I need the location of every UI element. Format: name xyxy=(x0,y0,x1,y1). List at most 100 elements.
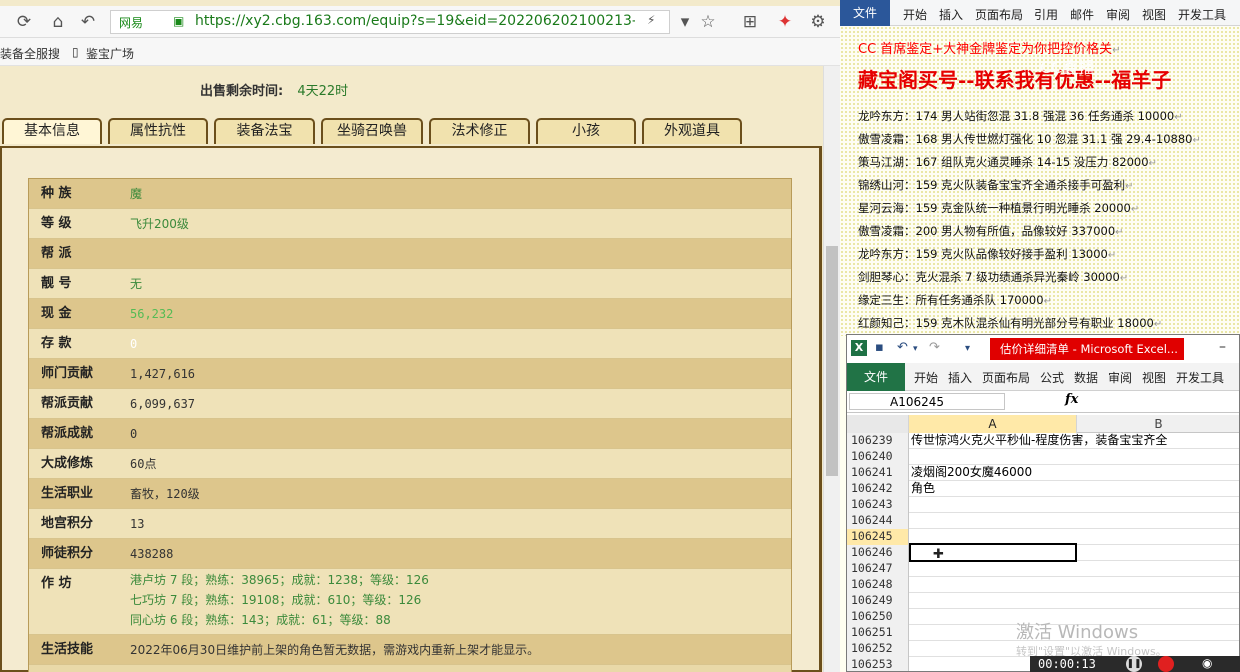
function-icon[interactable]: fx xyxy=(1065,392,1078,407)
url-text[interactable]: https://xy2.cbg.163.com/equip?s=19&eid=2… xyxy=(195,13,635,29)
star-icon[interactable]: ☆ xyxy=(698,12,718,32)
word-tab-insert[interactable]: 插入 xyxy=(939,6,963,23)
row-value: 0 xyxy=(130,337,138,351)
excel-tab-layout[interactable]: 页面布局 xyxy=(982,369,1030,386)
row-header[interactable]: 106253 xyxy=(847,657,909,671)
tab-equipment[interactable]: 装备法宝 xyxy=(214,118,315,144)
select-all-corner[interactable] xyxy=(847,415,909,433)
paragraph-mark: ↵ xyxy=(1112,45,1121,56)
minimize-icon[interactable]: – xyxy=(1219,339,1226,355)
row-header[interactable]: 106250 xyxy=(847,609,909,625)
name-box[interactable]: A106245 xyxy=(849,393,1005,410)
table-row: 师门贡献 1,427,616 xyxy=(29,359,791,389)
site-badge: 网易 xyxy=(119,16,144,30)
workshop-line: 港卢坊 7 段；熟练：38965；成就：1238；等级：126 xyxy=(130,573,429,587)
lightning-icon[interactable]: ⚡ xyxy=(647,13,655,27)
column-headers: A B xyxy=(847,415,1239,433)
undo-close-icon[interactable]: ↶ xyxy=(78,12,98,32)
word-tab-view[interactable]: 视图 xyxy=(1142,6,1166,23)
excel-tab-formulas[interactable]: 公式 xyxy=(1040,369,1064,386)
row-header[interactable]: 106249 xyxy=(847,593,909,609)
workshop-row: 作 坊 港卢坊 7 段；熟练：38965；成就：1238；等级：126 七巧坊 … xyxy=(29,569,791,635)
row-header[interactable]: 106240 xyxy=(847,449,909,465)
word-file-tab[interactable]: 文件 xyxy=(840,0,890,26)
table-row: 106240 xyxy=(847,449,1239,465)
word-tab-mailings[interactable]: 邮件 xyxy=(1070,6,1094,23)
save-icon[interactable]: ▪ xyxy=(875,340,884,355)
camera-icon[interactable]: ◉ xyxy=(1202,656,1212,670)
word-tab-references[interactable]: 引用 xyxy=(1034,6,1058,23)
bookmark-search[interactable]: 装备全服搜 xyxy=(0,45,60,62)
row-header[interactable]: 106246 xyxy=(847,545,909,561)
scrollbar-thumb[interactable] xyxy=(826,246,838,476)
excel-tab-home[interactable]: 开始 xyxy=(914,369,938,386)
cell-cursor-icon: ✚ xyxy=(933,547,944,562)
cell-a[interactable]: 传世惊鸿火克火平秒仙-程度伤害，装备宝宝齐全 xyxy=(911,433,1167,448)
tools-icon[interactable]: ⚙ xyxy=(808,12,828,32)
excel-tab-insert[interactable]: 插入 xyxy=(948,369,972,386)
table-row: 存 款 0 xyxy=(29,329,791,359)
excel-tab-review[interactable]: 审阅 xyxy=(1108,369,1132,386)
row-header-selected[interactable]: 106245 xyxy=(847,529,909,545)
doc-line-text: 傲雪凌霜：168 男人传世燃灯强化 10 忽混 31.1 强 29.4-1088… xyxy=(858,132,1193,146)
refresh-icon[interactable]: ⟳ xyxy=(14,12,34,32)
pause-icon[interactable]: ❚❚ xyxy=(1126,656,1142,672)
row-header[interactable]: 106239 xyxy=(847,433,909,449)
row-header[interactable]: 106248 xyxy=(847,577,909,593)
activate-windows-title: 激活 Windows xyxy=(1016,622,1139,643)
paragraph-mark: ↵ xyxy=(1107,250,1117,261)
excel-tab-data[interactable]: 数据 xyxy=(1074,369,1098,386)
row-value: 60点 xyxy=(130,457,157,471)
recorder-bar: 00:00:13 ❚❚ ◉ xyxy=(1030,656,1240,672)
row-header[interactable]: 106242 xyxy=(847,481,909,497)
undo-icon[interactable]: ↶ xyxy=(897,340,908,355)
row-label: 生活职业 xyxy=(41,486,94,501)
word-tab-review[interactable]: 审阅 xyxy=(1106,6,1130,23)
word-tab-layout[interactable]: 页面布局 xyxy=(975,6,1023,23)
sale-time-label: 出售剩余时间: xyxy=(200,84,284,99)
bookmark-appraisal[interactable]: 鉴宝广场 xyxy=(86,45,134,62)
table-row: 106239 传世惊鸿火克火平秒仙-程度伤害，装备宝宝齐全 xyxy=(847,433,1239,449)
tab-spell-mods[interactable]: 法术修正 xyxy=(429,118,530,144)
url-field[interactable]: 网易 ▣ https://xy2.cbg.163.com/equip?s=19&… xyxy=(110,10,670,34)
grid-icon[interactable]: ⊞ xyxy=(740,12,760,32)
game-icon[interactable]: ✦ xyxy=(775,12,795,32)
tab-mounts-pets[interactable]: 坐骑召唤兽 xyxy=(321,118,423,144)
excel-tab-view[interactable]: 视图 xyxy=(1142,369,1166,386)
row-header[interactable]: 106244 xyxy=(847,513,909,529)
excel-tab-developer[interactable]: 开发工具 xyxy=(1176,369,1224,386)
home-icon[interactable]: ⌂ xyxy=(48,12,68,32)
column-header-a[interactable]: A xyxy=(909,415,1077,433)
tab-attributes[interactable]: 属性抗性 xyxy=(108,118,208,144)
row-header[interactable]: 106243 xyxy=(847,497,909,513)
paragraph-mark: ↵ xyxy=(1192,135,1201,146)
row-header[interactable]: 106241 xyxy=(847,465,909,481)
stop-record-icon[interactable] xyxy=(1158,656,1174,672)
column-header-b[interactable]: B xyxy=(1077,415,1239,433)
row-value: 畜牧，120级 xyxy=(130,487,200,501)
cell-a[interactable]: 角色 xyxy=(911,481,935,496)
word-document[interactable]: CC 首席鉴定+大神金牌鉴定为你把控价格关↵ 藏宝阁买号--联系我有优惠--福羊… xyxy=(840,26,1240,336)
table-row: 帮 派 xyxy=(29,239,791,269)
doc-line-text: 剑胆琴心：克火混杀 7 级功绩通杀异光秦岭 30000 xyxy=(858,270,1120,284)
table-row: 帮派成就 0 xyxy=(29,419,791,449)
address-bar: ⟳ ⌂ ↶ 网易 ▣ https://xy2.cbg.163.com/equip… xyxy=(0,6,840,38)
table-row: 106248 xyxy=(847,577,1239,593)
row-header[interactable]: 106251 xyxy=(847,625,909,641)
doc-heading-2: 藏宝阁买号--联系我有优惠--福羊子 xyxy=(858,68,1172,92)
row-header[interactable]: 106252 xyxy=(847,641,909,657)
chevron-down-icon[interactable]: ▾ xyxy=(913,344,918,354)
customize-toolbar-icon[interactable]: ▾ xyxy=(965,343,970,354)
excel-file-tab[interactable]: 文件 xyxy=(847,363,905,391)
word-tab-home[interactable]: 开始 xyxy=(903,6,927,23)
row-header[interactable]: 106247 xyxy=(847,561,909,577)
word-tab-developer[interactable]: 开发工具 xyxy=(1178,6,1226,23)
dropdown-icon[interactable]: ▾ xyxy=(675,12,695,32)
tab-child[interactable]: 小孩 xyxy=(536,118,636,144)
tab-appearance[interactable]: 外观道具 xyxy=(642,118,742,144)
tab-basic-info[interactable]: 基本信息 xyxy=(2,118,102,144)
redo-icon[interactable]: ↷ xyxy=(929,340,940,355)
table-row: 106249 xyxy=(847,593,1239,609)
page-scrollbar[interactable] xyxy=(823,66,840,672)
cell-a[interactable]: 凌烟阁200女魔46000 xyxy=(911,465,1032,480)
